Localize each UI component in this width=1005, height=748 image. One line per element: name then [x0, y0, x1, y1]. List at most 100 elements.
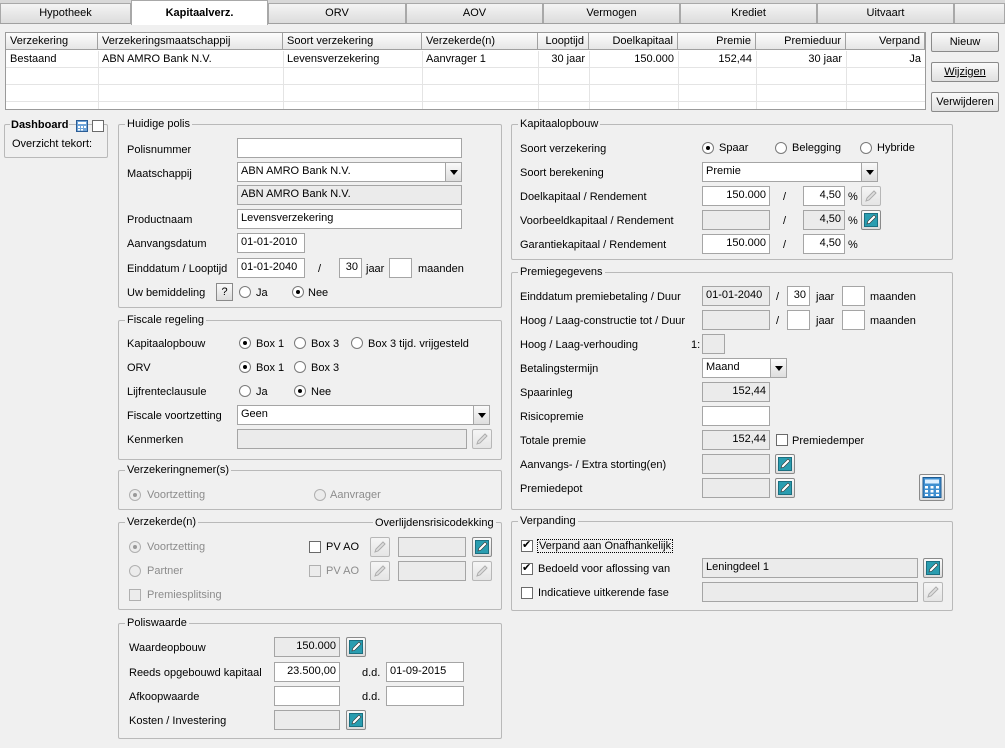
edit-icon[interactable] [472, 561, 492, 581]
edit-icon[interactable] [775, 454, 795, 474]
fiscale-voortzetting-select[interactable]: Geen [237, 405, 490, 425]
spaar-radio[interactable] [702, 142, 714, 154]
voorbeeldkapitaal-input[interactable] [702, 210, 770, 230]
einddatum-premie-input[interactable]: 01-01-2040 [702, 286, 770, 306]
edit-icon[interactable] [370, 537, 390, 557]
looptijd-maanden-input[interactable] [389, 258, 412, 278]
risicopremie-input[interactable] [702, 406, 770, 426]
column-header[interactable]: Soort verzekering [283, 33, 422, 50]
doel-rendement-input[interactable]: 4,50 [803, 186, 845, 206]
afkoop-datum-input[interactable] [386, 686, 464, 706]
premiedepot-input[interactable] [702, 478, 770, 498]
hl-maanden-input[interactable] [842, 310, 865, 330]
column-header[interactable]: Premie [678, 33, 756, 50]
looptijd-jaar-input[interactable]: 30 [339, 258, 362, 278]
nemer-voortzetting-radio[interactable] [129, 489, 141, 501]
garantie-rendement-input[interactable]: 4,50 [803, 234, 845, 254]
hooglaag-input[interactable] [702, 310, 770, 330]
pvao-1-checkbox[interactable] [309, 541, 321, 553]
table-cell: Bestaand [10, 53, 57, 65]
pvao-2-checkbox[interactable] [309, 565, 321, 577]
polisnummer-input[interactable] [237, 138, 462, 158]
afkoopwaarde-input[interactable] [274, 686, 340, 706]
storting-input[interactable] [702, 454, 770, 474]
box3-vrijgesteld-radio[interactable] [351, 337, 363, 349]
tab-uitvaart[interactable]: Uitvaart [817, 3, 954, 23]
edit-icon[interactable] [775, 478, 795, 498]
orv-box3-radio[interactable] [294, 361, 306, 373]
column-header[interactable]: Looptijd [538, 33, 589, 50]
edit-icon[interactable] [472, 429, 492, 449]
betalingstermijn-select[interactable]: Maand [702, 358, 787, 378]
doelkapitaal-label: Doelkapitaal / Rendement [520, 191, 647, 203]
help-button[interactable]: ? [216, 283, 233, 301]
column-header[interactable]: Verzekering [6, 33, 98, 50]
verwijderen-button[interactable]: Verwijderen [931, 92, 999, 112]
pvao-2-input[interactable] [398, 561, 466, 581]
premiedemper-checkbox[interactable] [776, 434, 788, 446]
einddatum-input[interactable]: 01-01-2040 [237, 258, 305, 278]
edit-icon[interactable] [346, 637, 366, 657]
aflossing-input[interactable]: Leningdeel 1 [702, 558, 918, 578]
kosten-input[interactable] [274, 710, 340, 730]
indicatief-checkbox[interactable] [521, 587, 533, 599]
nieuw-button[interactable]: Nieuw [931, 32, 999, 52]
hybride-radio[interactable] [860, 142, 872, 154]
calculator-icon[interactable] [76, 120, 88, 132]
column-header[interactable]: Doelkapitaal [589, 33, 678, 50]
opgebouwd-datum-input[interactable]: 01-09-2015 [386, 662, 464, 682]
waardeopbouw-input[interactable]: 150.000 [274, 637, 340, 657]
bemiddeling-ja-radio[interactable] [239, 286, 251, 298]
pvao-1-input[interactable] [398, 537, 466, 557]
aflossing-checkbox[interactable] [521, 561, 533, 575]
doelkapitaal-input[interactable]: 150.000 [702, 186, 770, 206]
premiesplitsing-checkbox[interactable] [129, 589, 141, 601]
tab-orv[interactable]: ORV [268, 3, 406, 23]
tab-vermogen[interactable]: Vermogen [543, 3, 680, 23]
edit-icon[interactable] [346, 710, 366, 730]
belegging-radio[interactable] [775, 142, 787, 154]
duur-jaar-input[interactable]: 30 [787, 286, 810, 306]
kenmerken-input[interactable] [237, 429, 467, 449]
verpand-checkbox[interactable] [521, 538, 533, 552]
calculator-icon[interactable] [919, 474, 945, 501]
garantiekapitaal-input[interactable]: 150.000 [702, 234, 770, 254]
box3-radio[interactable] [294, 337, 306, 349]
voorbeeld-rendement-input[interactable]: 4,50 [803, 210, 845, 230]
edit-icon[interactable] [861, 210, 881, 230]
soort-berekening-select[interactable]: Premie [702, 162, 878, 182]
column-header[interactable]: Verpand [846, 33, 925, 50]
indicatief-input[interactable] [702, 582, 918, 602]
spaarinleg-input[interactable]: 152,44 [702, 382, 770, 402]
hl-jaar-input[interactable] [787, 310, 810, 330]
orv-box1-radio[interactable] [239, 361, 251, 373]
tab-hypotheek[interactable]: Hypotheek [0, 3, 131, 23]
bemiddeling-nee-radio[interactable] [292, 286, 304, 298]
box1-radio[interactable] [239, 337, 251, 349]
duur-maanden-input[interactable] [842, 286, 865, 306]
nemer-aanvrager-radio[interactable] [314, 489, 326, 501]
verhouding-input[interactable] [702, 334, 725, 354]
edit-icon[interactable] [370, 561, 390, 581]
tab-krediet[interactable]: Krediet [680, 3, 817, 23]
lijfrente-nee-radio[interactable] [294, 385, 306, 397]
edit-icon[interactable] [472, 537, 492, 557]
edit-icon[interactable] [923, 558, 943, 578]
wijzigen-button[interactable]: Wijzigen [931, 62, 999, 82]
edit-icon[interactable] [923, 582, 943, 602]
totale-premie-input[interactable]: 152,44 [702, 430, 770, 450]
aanvangsdatum-input[interactable]: 01-01-2010 [237, 233, 305, 253]
column-header[interactable]: Verzekeringsmaatschappij [98, 33, 283, 50]
opgebouwd-kapitaal-input[interactable]: 23.500,00 [274, 662, 340, 682]
edit-icon[interactable] [861, 186, 881, 206]
column-header[interactable]: Premieduur [756, 33, 846, 50]
dashboard-checkbox[interactable] [92, 120, 104, 132]
productnaam-input[interactable]: Levensverzekering [237, 209, 462, 229]
verzekerde-partner-radio[interactable] [129, 565, 141, 577]
verzekerde-voortzetting-radio[interactable] [129, 541, 141, 553]
column-header[interactable]: Verzekerde(n) [422, 33, 538, 50]
tab-kapitaalverz[interactable]: Kapitaalverz. [131, 0, 268, 25]
tab-aov[interactable]: AOV [406, 3, 543, 23]
lijfrente-ja-radio[interactable] [239, 385, 251, 397]
maatschappij-select[interactable]: ABN AMRO Bank N.V. [237, 162, 462, 182]
